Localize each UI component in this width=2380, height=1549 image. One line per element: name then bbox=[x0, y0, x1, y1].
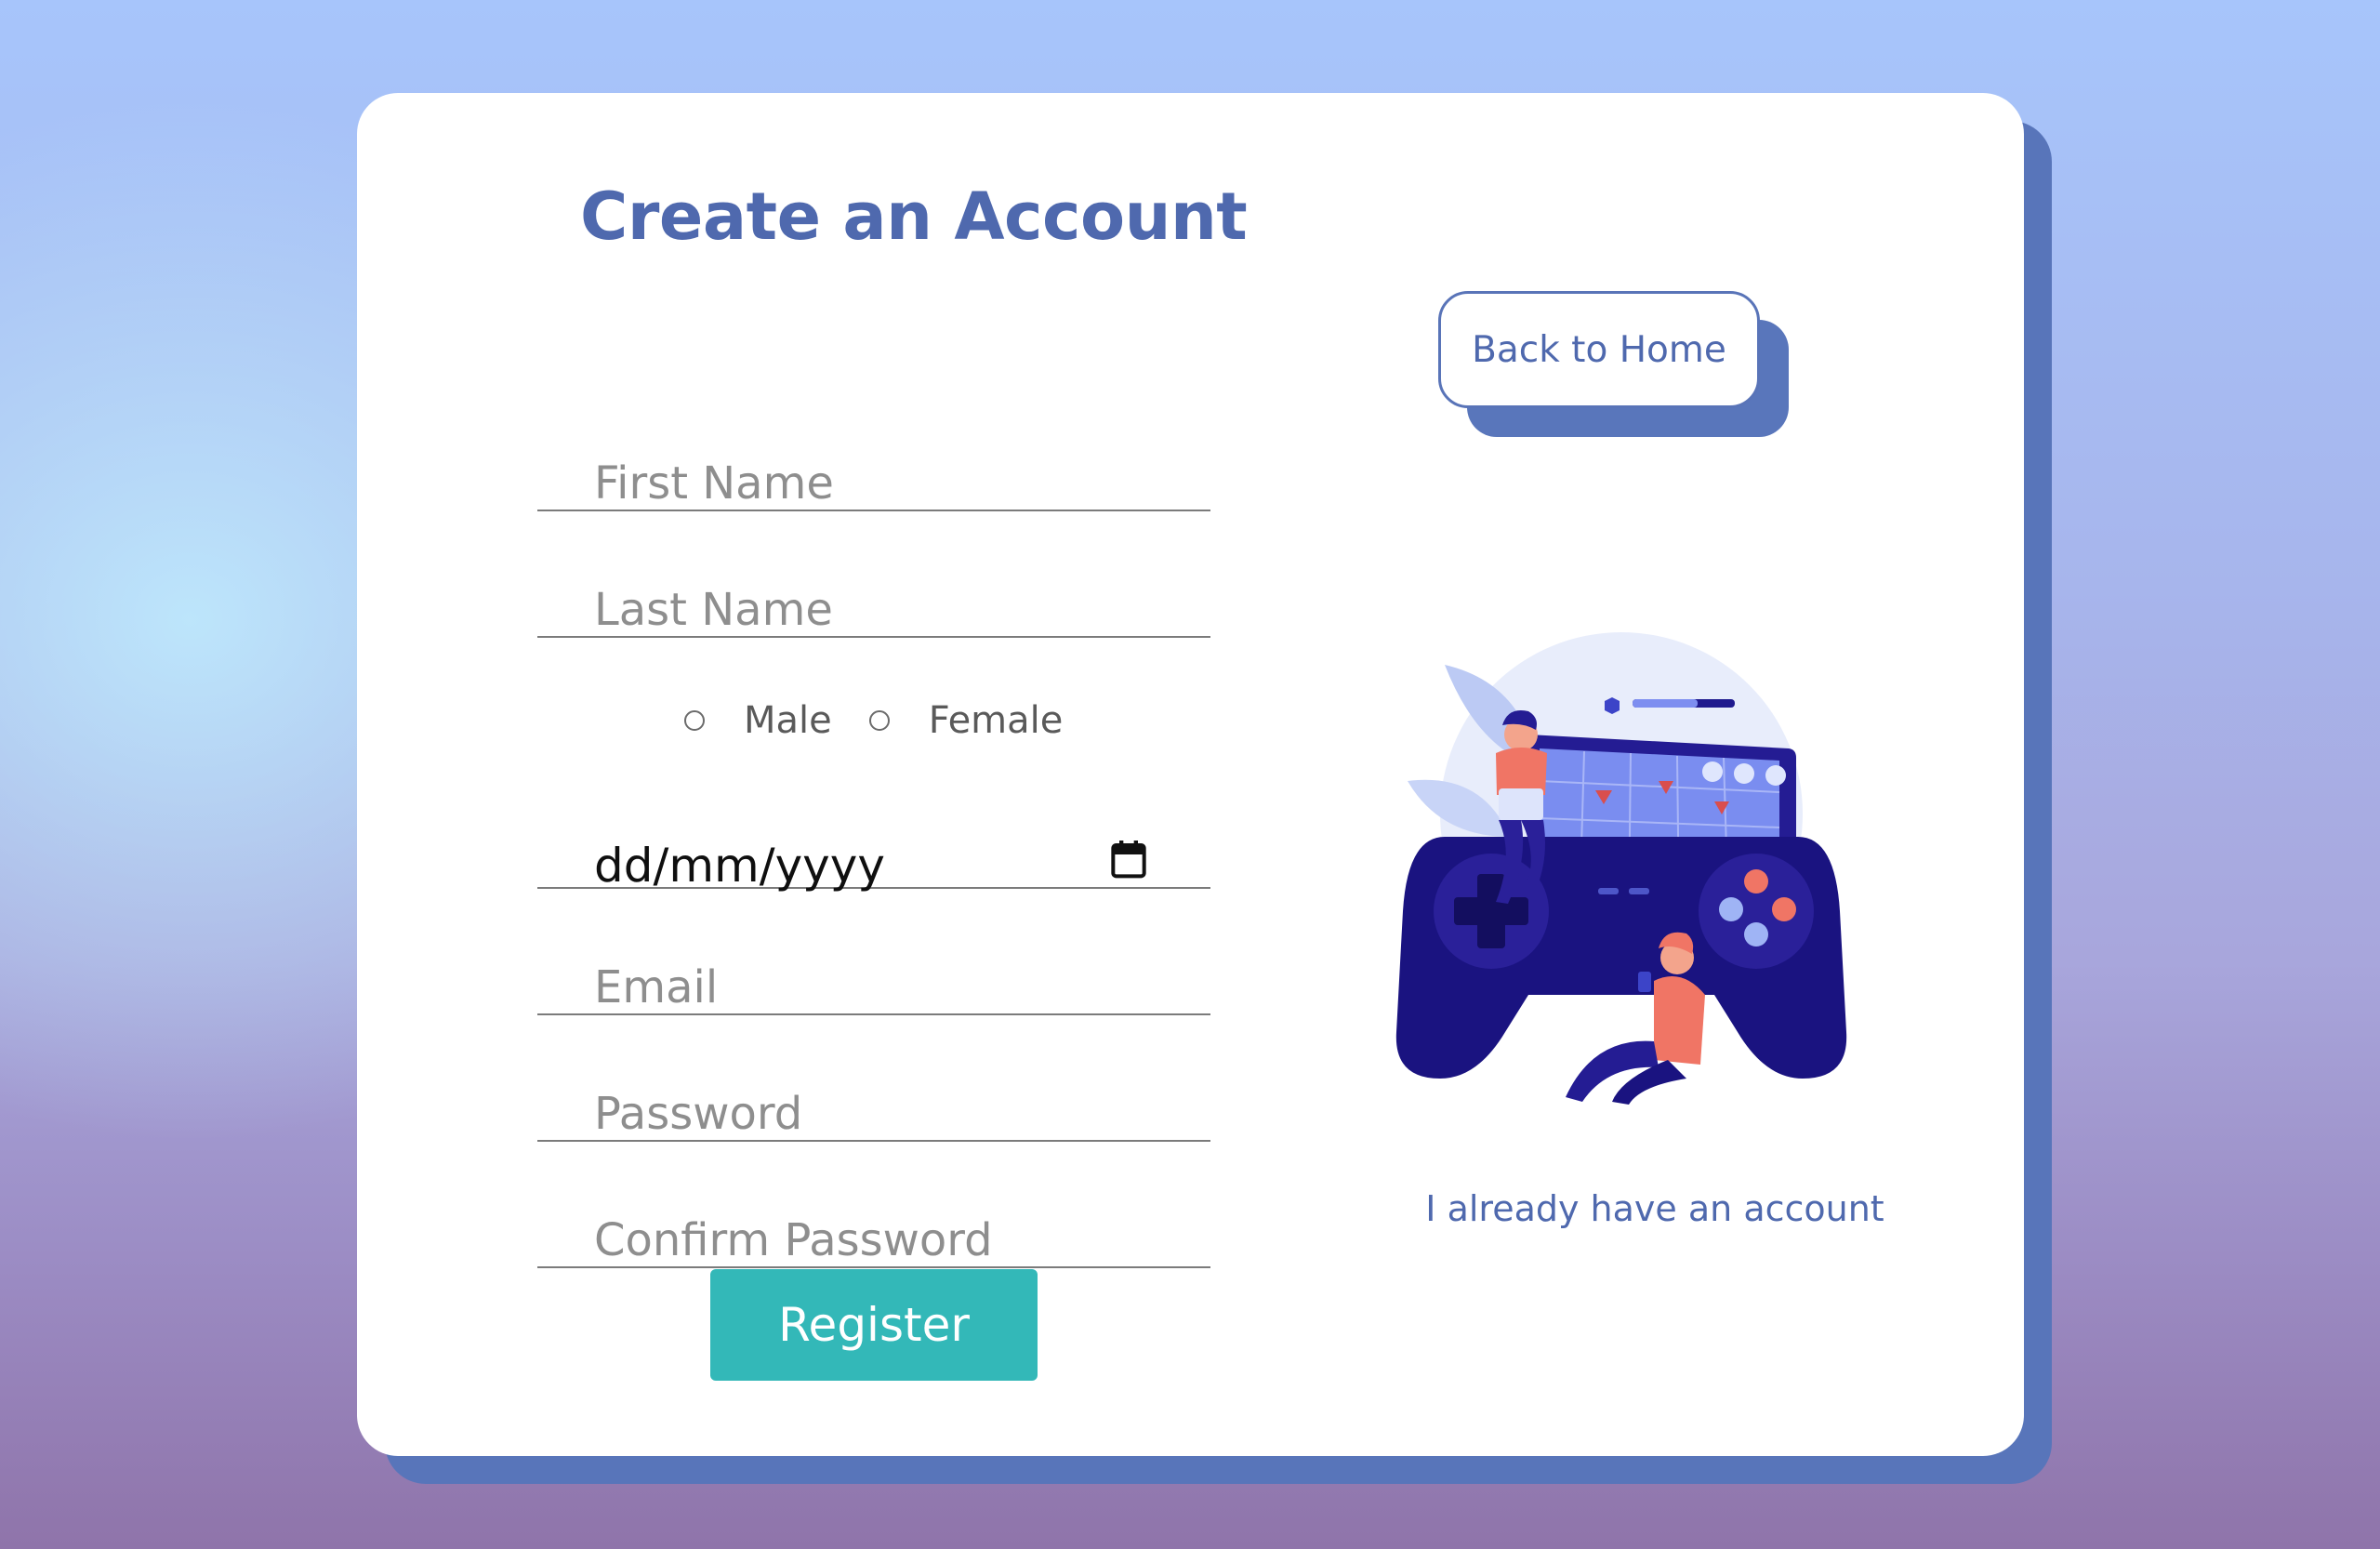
confirm-password-field[interactable]: Confirm Password bbox=[537, 1175, 1210, 1268]
gender-group: Male Female bbox=[684, 688, 1100, 753]
email-placeholder: Email bbox=[594, 961, 719, 1013]
last-name-placeholder: Last Name bbox=[594, 584, 833, 636]
register-button[interactable]: Register bbox=[710, 1269, 1038, 1381]
birthdate-value: dd/mm/yyyy bbox=[594, 839, 885, 893]
confirm-password-placeholder: Confirm Password bbox=[594, 1214, 993, 1266]
first-name-placeholder: First Name bbox=[594, 457, 834, 510]
birthdate-field[interactable]: dd/mm/yyyy bbox=[537, 796, 1210, 893]
page-title: Create an Account bbox=[580, 179, 1248, 255]
calendar-icon[interactable] bbox=[1110, 839, 1147, 880]
back-home-button[interactable]: Back to Home bbox=[1438, 291, 1760, 408]
password-field[interactable]: Password bbox=[537, 1049, 1210, 1142]
gaming-controller-illustration bbox=[1395, 632, 1847, 1105]
signup-card: Create an Account First Name Last Name M… bbox=[357, 93, 2024, 1456]
first-name-field[interactable]: First Name bbox=[537, 418, 1210, 511]
login-link[interactable]: I already have an account bbox=[1376, 1188, 1934, 1229]
male-label: Male bbox=[744, 699, 832, 742]
password-placeholder: Password bbox=[594, 1088, 803, 1140]
email-field[interactable]: Email bbox=[537, 922, 1210, 1015]
male-radio[interactable] bbox=[684, 710, 705, 731]
female-radio[interactable] bbox=[868, 710, 890, 731]
last-name-field[interactable]: Last Name bbox=[537, 545, 1210, 638]
female-label: Female bbox=[928, 699, 1064, 742]
